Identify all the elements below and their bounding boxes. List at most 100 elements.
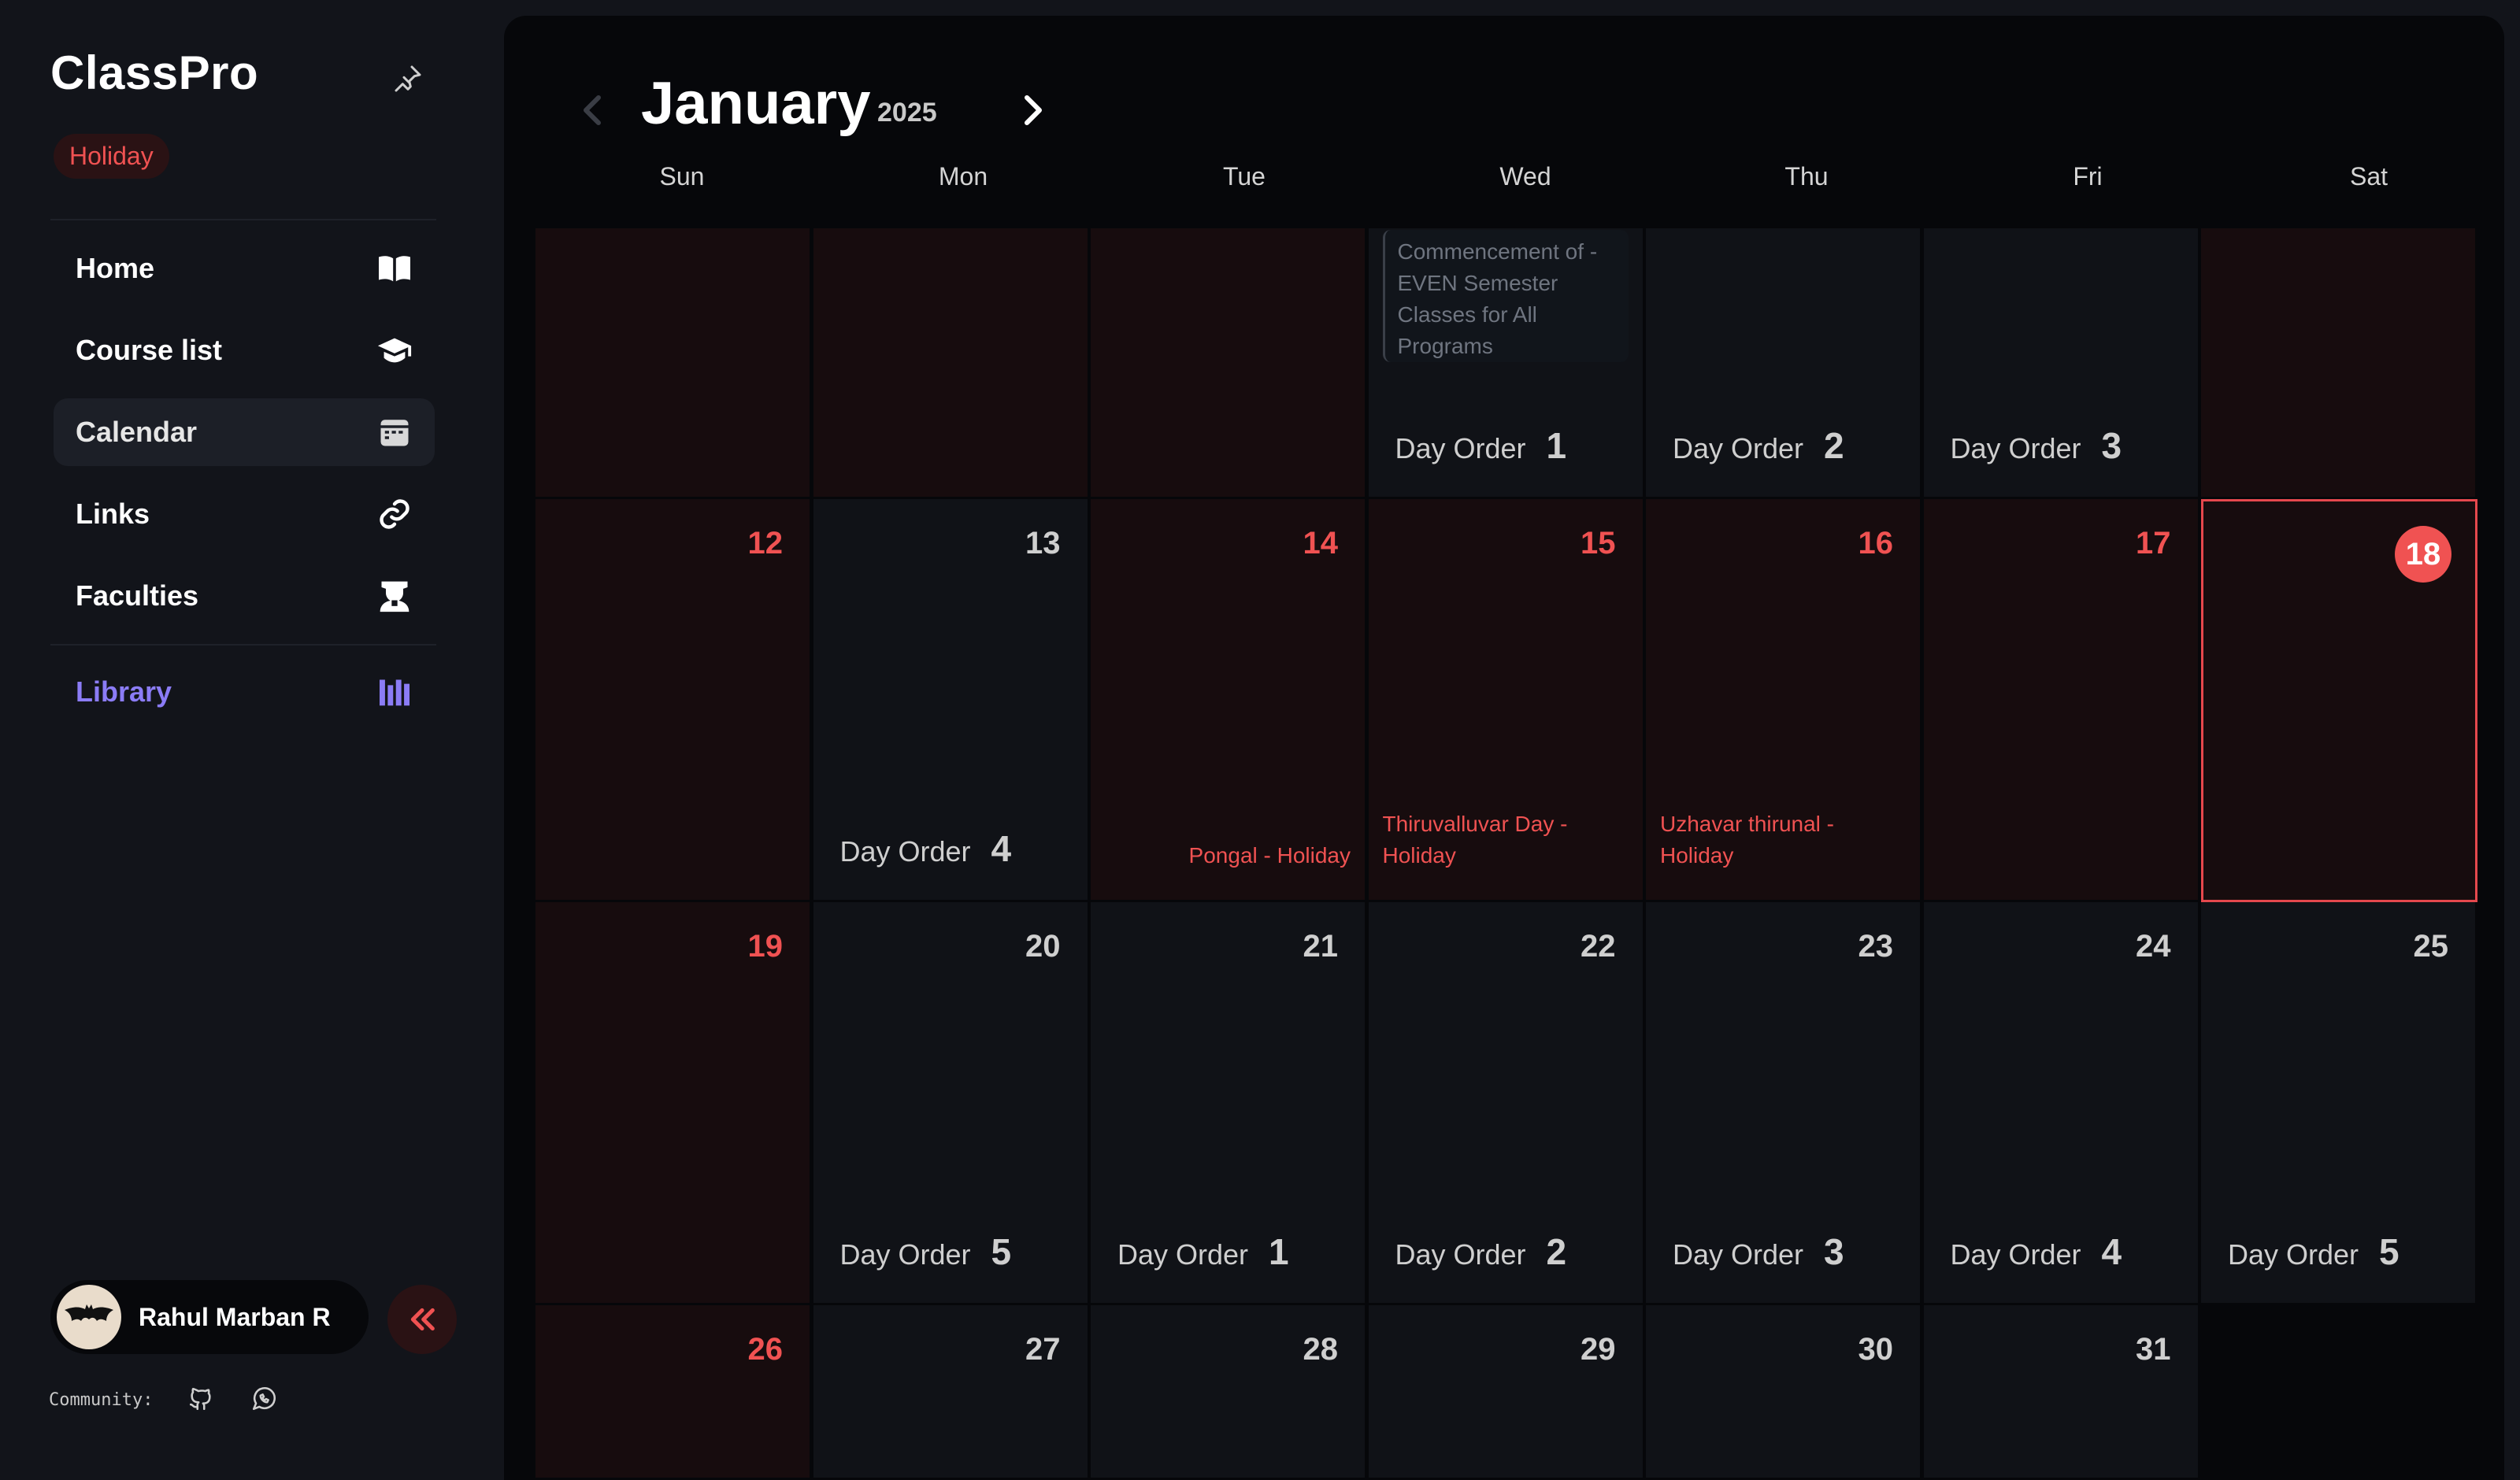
date-number: 12 bbox=[747, 526, 784, 561]
library-icon bbox=[376, 674, 413, 710]
divider bbox=[50, 644, 436, 646]
link-icon bbox=[376, 496, 413, 532]
day-order-number: 5 bbox=[991, 1231, 1012, 1272]
calendar-day-cell[interactable]: 12 bbox=[536, 499, 812, 902]
calendar-day-cell[interactable]: 30 bbox=[1646, 1305, 1922, 1480]
nav-item-links[interactable]: Links bbox=[54, 480, 435, 548]
weekday-header: Mon bbox=[938, 162, 988, 191]
day-order-number: 1 bbox=[1546, 425, 1567, 466]
book-open-icon bbox=[376, 250, 413, 287]
day-order: Day Order 3 bbox=[1673, 1230, 1844, 1273]
today-date-number: 18 bbox=[2395, 526, 2451, 583]
day-order: Day Order 4 bbox=[1951, 1230, 2122, 1273]
calendar-day-cell[interactable]: 22 Day Order 2 bbox=[1368, 902, 1645, 1305]
nav-item-library[interactable]: Library bbox=[54, 658, 435, 726]
day-order: Day Order 1 bbox=[1117, 1230, 1289, 1273]
next-month-button[interactable] bbox=[1017, 88, 1049, 132]
day-order: Day Order 2 bbox=[1673, 424, 1844, 467]
date-number: 29 bbox=[1581, 1332, 1616, 1367]
date-number: 26 bbox=[747, 1332, 784, 1367]
day-order-number: 3 bbox=[2101, 425, 2122, 466]
calendar-day-cell bbox=[2201, 1305, 2477, 1480]
day-order: Day Order 4 bbox=[840, 827, 1012, 870]
pin-icon[interactable] bbox=[392, 63, 424, 94]
nav-item-faculties[interactable]: Faculties bbox=[54, 562, 435, 630]
day-order-number: 2 bbox=[1546, 1231, 1567, 1272]
nav-item-label: Calendar bbox=[76, 416, 198, 448]
date-number: 20 bbox=[1025, 929, 1061, 964]
holiday-event-label: Thiruvalluvar Day - Holiday bbox=[1382, 812, 1568, 868]
calendar-day-cell[interactable]: 16 Uzhavar thirunal - Holiday bbox=[1646, 499, 1922, 902]
nav-item-home[interactable]: Home bbox=[54, 235, 435, 302]
holiday-event-label: Pongal - Holiday bbox=[1188, 843, 1351, 868]
calendar-day-cell[interactable]: 17 bbox=[1923, 499, 2200, 902]
calendar-panel: January 2025 Sun Mon Tue Wed Thu Fri Sat… bbox=[504, 16, 2504, 1480]
date-number: 14 bbox=[1303, 526, 1339, 561]
date-number: 28 bbox=[1303, 1332, 1339, 1367]
day-order-number: 4 bbox=[991, 828, 1012, 869]
day-order-label: Day Order bbox=[839, 835, 971, 868]
nav-item-label: Course list bbox=[76, 334, 223, 366]
github-icon[interactable] bbox=[187, 1386, 216, 1414]
calendar-day-cell[interactable]: 29 bbox=[1368, 1305, 1645, 1480]
whatsapp-icon[interactable] bbox=[250, 1386, 279, 1414]
day-order-label: Day Order bbox=[2228, 1238, 2359, 1271]
nav-item-label: Library bbox=[76, 675, 172, 708]
calendar-day-cell[interactable]: 28 bbox=[1091, 1305, 1367, 1480]
calendar-day-cell[interactable]: 24 Day Order 4 bbox=[1923, 902, 2200, 1305]
nav-item-calendar[interactable]: Calendar bbox=[54, 398, 435, 466]
calendar-day-cell[interactable]: 21 Day Order 1 bbox=[1091, 902, 1367, 1305]
day-order-number: 3 bbox=[1824, 1231, 1844, 1272]
date-number: 22 bbox=[1581, 929, 1616, 964]
date-number: 25 bbox=[2413, 929, 2449, 964]
calendar-icon bbox=[376, 414, 413, 450]
day-order-label: Day Order bbox=[1395, 1238, 1526, 1271]
calendar-day-cell[interactable] bbox=[1091, 228, 1367, 499]
calendar-day-cell[interactable]: 31 bbox=[1923, 1305, 2200, 1480]
event-note: Commencement of - EVEN Semester Classes … bbox=[1382, 230, 1629, 362]
day-order-label: Day Order bbox=[1950, 1238, 2081, 1271]
month-title: January bbox=[641, 70, 871, 137]
day-order-label: Day Order bbox=[1950, 432, 2081, 464]
day-order: Day Order 5 bbox=[840, 1230, 1012, 1273]
date-number: 24 bbox=[2136, 929, 2171, 964]
calendar-day-cell[interactable] bbox=[536, 228, 812, 499]
nav-item-course-list[interactable]: Course list bbox=[54, 316, 435, 384]
nav-item-label: Faculties bbox=[76, 579, 199, 612]
calendar-day-cell[interactable] bbox=[2201, 228, 2477, 499]
previous-month-button[interactable] bbox=[576, 88, 608, 132]
calendar-day-cell[interactable]: 13 Day Order 4 bbox=[813, 499, 1090, 902]
calendar-day-cell[interactable]: 20 Day Order 5 bbox=[813, 902, 1090, 1305]
calendar-day-cell[interactable]: 19 bbox=[536, 902, 812, 1305]
nav-item-label: Home bbox=[76, 252, 155, 284]
calendar-day-cell[interactable] bbox=[813, 228, 1090, 499]
calendar-day-cell[interactable]: 23 Day Order 3 bbox=[1646, 902, 1922, 1305]
weekday-header: Sun bbox=[659, 162, 705, 191]
weekday-header: Tue bbox=[1223, 162, 1266, 191]
calendar-day-cell[interactable]: 14 Pongal - Holiday bbox=[1091, 499, 1367, 902]
collapse-sidebar-button[interactable] bbox=[387, 1285, 457, 1354]
app-logo-title: ClassPro bbox=[50, 46, 259, 99]
calendar-day-cell[interactable]: Commencement of - EVEN Semester Classes … bbox=[1368, 228, 1645, 499]
calendar-day-cell[interactable]: Day Order 3 bbox=[1923, 228, 2200, 499]
day-order: Day Order 1 bbox=[1395, 424, 1567, 467]
calendar-day-cell[interactable]: 26 bbox=[536, 1305, 812, 1480]
day-order: Day Order 2 bbox=[1395, 1230, 1567, 1273]
day-order-number: 4 bbox=[2101, 1231, 2122, 1272]
user-name: Rahul Marban R bbox=[139, 1302, 331, 1331]
calendar-day-cell[interactable]: 27 bbox=[813, 1305, 1090, 1480]
year-label: 2025 bbox=[877, 98, 937, 128]
calendar-day-cell[interactable]: 25 Day Order 5 bbox=[2201, 902, 2477, 1305]
calendar-day-cell[interactable]: 15 Thiruvalluvar Day - Holiday bbox=[1368, 499, 1645, 902]
user-profile[interactable]: Rahul Marban R bbox=[50, 1280, 369, 1354]
day-order-number: 5 bbox=[2379, 1231, 2400, 1272]
day-order-label: Day Order bbox=[839, 1238, 971, 1271]
nav-item-label: Links bbox=[76, 498, 150, 530]
calendar-day-cell[interactable]: Day Order 2 bbox=[1646, 228, 1922, 499]
bat-avatar-icon bbox=[57, 1285, 121, 1349]
date-number: 17 bbox=[2136, 526, 2171, 561]
calendar-day-cell[interactable]: 18 bbox=[2201, 499, 2477, 902]
teacher-icon bbox=[376, 578, 413, 614]
date-number: 13 bbox=[1025, 526, 1061, 561]
community-label: Community: bbox=[49, 1390, 154, 1410]
